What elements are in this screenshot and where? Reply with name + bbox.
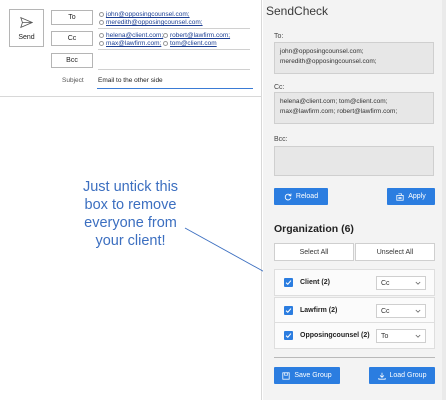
bcc-recipients-box bbox=[274, 146, 434, 176]
chevron-down-icon bbox=[415, 334, 421, 338]
organization-row: Client (2) Cc bbox=[274, 269, 435, 296]
cc-recipient[interactable]: robert@lawfirm.com; bbox=[163, 32, 230, 39]
recipient-status-icon bbox=[99, 41, 104, 46]
organization-heading: Organization (6) bbox=[274, 223, 354, 235]
chevron-down-icon bbox=[415, 309, 421, 313]
send-label: Send bbox=[18, 33, 35, 41]
to-recipient[interactable]: meredith@opposingcounsel.com; bbox=[99, 19, 203, 26]
chevron-down-icon bbox=[415, 281, 421, 285]
reload-button[interactable]: Reload bbox=[274, 188, 328, 205]
subject-input[interactable]: Email to the other side bbox=[98, 77, 163, 84]
recipient-status-icon bbox=[163, 33, 168, 38]
organization-row: Lawfirm (2) Cc bbox=[274, 297, 435, 324]
apply-button[interactable]: Apply bbox=[387, 188, 435, 205]
cc-field-underline bbox=[98, 49, 250, 50]
to-box-label: To: bbox=[274, 33, 284, 40]
bcc-field-underline[interactable] bbox=[98, 69, 250, 70]
subject-underline bbox=[97, 88, 253, 89]
save-icon bbox=[282, 371, 290, 380]
organization-name: Lawfirm (2) bbox=[300, 307, 338, 314]
unselect-all-button[interactable]: Unselect All bbox=[355, 243, 435, 261]
recipient-status-icon bbox=[99, 20, 104, 25]
organization-name: Client (2) bbox=[300, 279, 330, 286]
organization-checkbox[interactable] bbox=[284, 306, 293, 315]
check-icon bbox=[285, 308, 292, 314]
organization-checkbox[interactable] bbox=[284, 331, 293, 340]
download-icon bbox=[377, 372, 386, 380]
organization-field-select[interactable]: Cc bbox=[376, 304, 426, 318]
select-all-button[interactable]: Select All bbox=[274, 243, 354, 261]
cc-recipient[interactable]: helena@client.com; bbox=[99, 32, 163, 39]
cc-button[interactable]: Cc bbox=[51, 31, 93, 46]
to-field-underline bbox=[98, 28, 250, 29]
subject-label: Subject bbox=[62, 77, 84, 84]
send-button[interactable]: Send bbox=[9, 9, 44, 47]
recipient-status-icon bbox=[99, 12, 104, 17]
bcc-box-label: Bcc: bbox=[274, 136, 288, 143]
bcc-button[interactable]: Bcc bbox=[51, 53, 93, 68]
organization-field-select[interactable]: Cc bbox=[376, 276, 426, 290]
cc-recipients-box: helena@client.com; tom@client.com; max@l… bbox=[274, 92, 434, 124]
recipient-status-icon bbox=[163, 41, 168, 46]
panel-scrollbar[interactable] bbox=[442, 0, 446, 400]
to-button[interactable]: To bbox=[51, 10, 93, 25]
check-icon bbox=[285, 280, 292, 286]
check-icon bbox=[285, 333, 292, 339]
panel-title: SendCheck bbox=[266, 4, 329, 18]
annotation-callout: Just untick this box to remove everyone … bbox=[82, 179, 179, 249]
panel-separator bbox=[274, 357, 435, 358]
apply-icon bbox=[396, 192, 404, 201]
compose-header-divider bbox=[0, 96, 262, 97]
cc-recipient[interactable]: max@lawfirm.com; bbox=[99, 40, 161, 47]
sendcheck-panel: SendCheck To: john@opposingcounsel.com; … bbox=[263, 0, 446, 400]
to-recipients-box: john@opposingcounsel.com; meredith@oppos… bbox=[274, 42, 434, 74]
organization-row: Opposingcounsel (2) To bbox=[274, 322, 435, 349]
save-group-button[interactable]: Save Group bbox=[274, 367, 340, 384]
send-icon bbox=[20, 16, 33, 28]
cc-recipient[interactable]: tom@client.com bbox=[163, 40, 217, 47]
reload-icon bbox=[284, 193, 292, 200]
load-group-button[interactable]: Load Group bbox=[369, 367, 435, 384]
organization-name: Opposingcounsel (2) bbox=[300, 332, 370, 339]
organization-field-select[interactable]: To bbox=[376, 329, 426, 343]
to-recipient[interactable]: john@opposingcounsel.com; bbox=[99, 11, 190, 18]
organization-checkbox[interactable] bbox=[284, 278, 293, 287]
recipient-status-icon bbox=[99, 33, 104, 38]
cc-box-label: Cc: bbox=[274, 84, 285, 91]
